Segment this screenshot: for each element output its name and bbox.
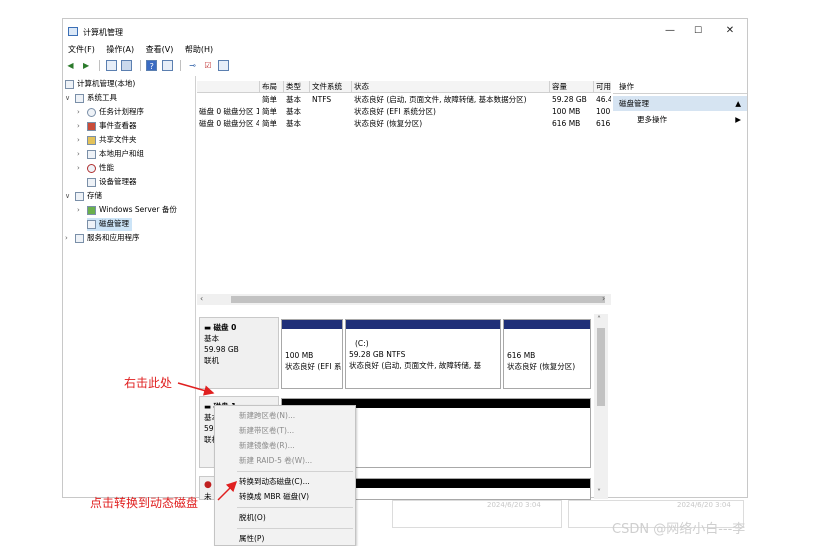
arrow-to-convert — [217, 480, 238, 501]
annotation-arrows — [177, 382, 238, 501]
watermark: CSDN @网络小白---李 — [612, 522, 746, 537]
arrow-to-disk1 — [177, 382, 215, 396]
